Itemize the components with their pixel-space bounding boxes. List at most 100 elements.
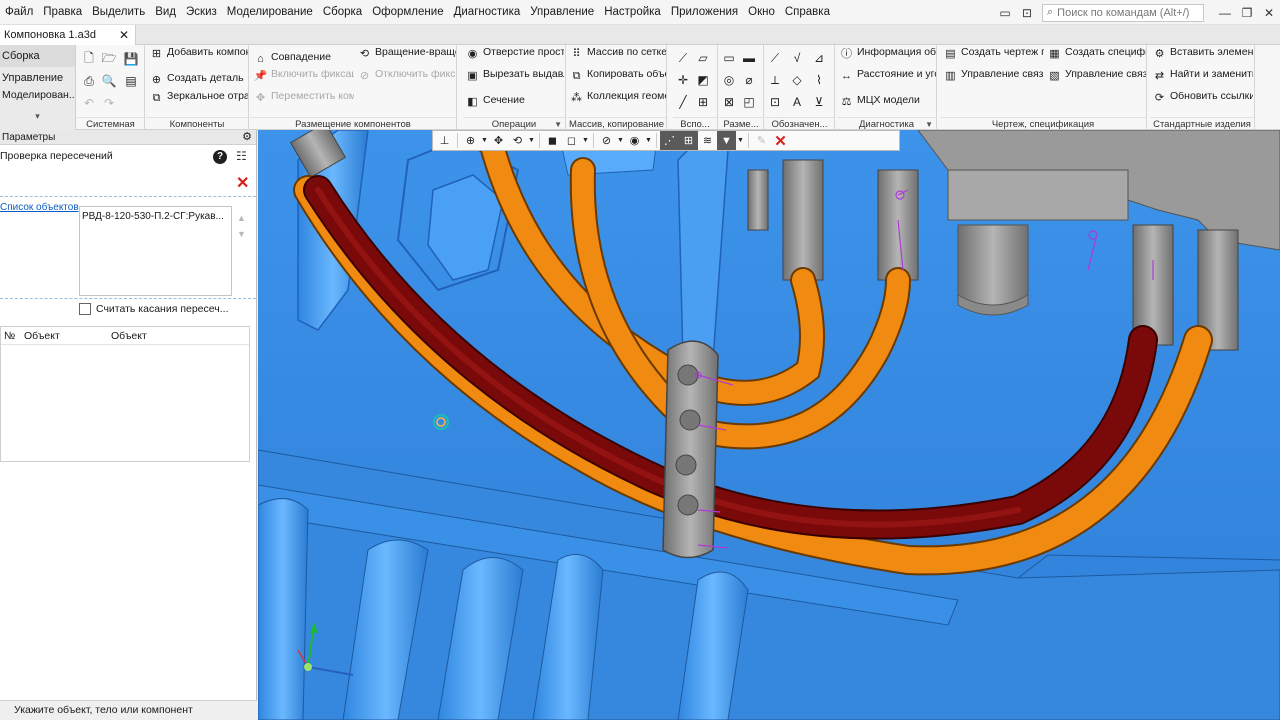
menu-settings[interactable]: Настройка: [599, 0, 666, 25]
section-button[interactable]: ◧ Сечение: [466, 96, 564, 109]
hide-icon[interactable]: ⊘: [597, 131, 616, 150]
grid-icon[interactable]: ⊞: [695, 94, 711, 110]
menu-assembly[interactable]: Сборка: [318, 0, 367, 25]
mirror-component-button[interactable]: ⧉Зеркальное отражение ко...: [150, 92, 248, 105]
create-spec-button[interactable]: ▦Создать спецификацию: [1048, 48, 1146, 61]
menu-edit[interactable]: Правка: [38, 0, 87, 25]
nav-item-assembly[interactable]: Сборка: [0, 45, 75, 67]
fullscreen-icon[interactable]: ⊡: [1016, 2, 1038, 24]
section-view-icon[interactable]: ⋰: [660, 131, 679, 150]
visibility-icon[interactable]: ◉: [625, 131, 644, 150]
text-icon[interactable]: A: [789, 94, 805, 110]
orientation-icon[interactable]: ⊥: [435, 131, 454, 150]
preview-icon[interactable]: 🔍: [101, 73, 117, 89]
3d-viewport[interactable]: ⊥ ⊕ ▼ ✥ ⟲ ▼ ◼ ◻ ▼ ⊘ ▼ ◉ ▼ ⋰ ⊞ ≋ ▼ ▼ ✎ ✕: [258, 130, 1280, 720]
menu-applications[interactable]: Приложения: [666, 0, 743, 25]
pan-icon[interactable]: ✥: [489, 131, 508, 150]
create-drawing-button[interactable]: ▤Создать чертеж по модели: [944, 48, 1044, 61]
create-part-button[interactable]: ⊕ Создать деталь: [150, 74, 248, 87]
menu-file[interactable]: Файл: [0, 0, 38, 25]
zoom-icon[interactable]: ⊕: [461, 131, 480, 150]
menu-sketch[interactable]: Эскиз: [181, 0, 222, 25]
close-icon[interactable]: ✕: [236, 173, 249, 193]
new-doc-icon[interactable]: 🗋: [81, 51, 97, 67]
touch-checkbox[interactable]: Считать касания пересеч...: [79, 303, 229, 315]
radial-dim-icon[interactable]: ◎: [721, 72, 737, 88]
leader-icon[interactable]: ⟋: [767, 50, 783, 66]
roughness-icon[interactable]: √: [789, 50, 805, 66]
diameter-dim-icon[interactable]: ⌀: [741, 72, 757, 88]
line-icon[interactable]: ╱: [675, 94, 691, 110]
nav-expand-icon[interactable]: ▾: [0, 111, 75, 121]
nav-item-pipelines[interactable]: Моделирован... трубопроводов: [0, 89, 75, 111]
hide-dropdown-icon[interactable]: ▼: [616, 131, 625, 150]
checkbox-icon[interactable]: [79, 303, 91, 315]
menu-window[interactable]: Окно: [743, 0, 780, 25]
move-component-button[interactable]: ✥Переместить компонент: [254, 92, 354, 105]
enable-fix-button[interactable]: 📌Включить фиксацию: [254, 70, 354, 83]
filter-dropdown-icon[interactable]: ▼: [736, 131, 745, 150]
grid-array-button[interactable]: ⠿ Массив по сетке: [570, 48, 666, 61]
menu-view[interactable]: Вид: [150, 0, 181, 25]
zoom-dropdown-icon[interactable]: ▼: [480, 131, 489, 150]
copy-objects-button[interactable]: ⧉Копировать объекты: [570, 70, 666, 83]
assembly-model[interactable]: [258, 130, 1280, 720]
properties-icon[interactable]: ▤: [123, 73, 139, 89]
position-icon[interactable]: ◇: [789, 72, 805, 88]
list-item[interactable]: РВД-8-120-530-П.2-СГ:Рукав...: [82, 211, 229, 222]
coincidence-button[interactable]: ⌂ Совпадение: [254, 53, 354, 66]
cut-extrude-button[interactable]: ▣Вырезать выдавливанием: [466, 70, 564, 83]
eyedropper-icon[interactable]: ✎: [752, 131, 771, 150]
display-dropdown-icon[interactable]: ▼: [581, 131, 590, 150]
manage-linked-drawings-button[interactable]: ▥Управление связанными ч...: [944, 70, 1044, 83]
objects-list-link[interactable]: Список объектов: [0, 202, 79, 213]
help-icon[interactable]: ?: [213, 150, 227, 164]
rotation-button[interactable]: ⟲Вращение-вращение: [358, 48, 456, 61]
update-links-button[interactable]: ⟳Обновить ссылки на мод...: [1153, 92, 1253, 105]
axis-icon[interactable]: ⟋: [675, 50, 691, 66]
sketch-plane-icon[interactable]: ◩: [695, 72, 711, 88]
rotate-dropdown-icon[interactable]: ▼: [527, 131, 536, 150]
leader-dim-icon[interactable]: ⊠: [721, 94, 737, 110]
manage-linked-specs-button[interactable]: ▧Управление связанными с...: [1048, 70, 1146, 83]
tree-icon[interactable]: ☷: [236, 149, 247, 163]
menu-diagnostics[interactable]: Диагностика: [449, 0, 526, 25]
menu-help[interactable]: Справка: [780, 0, 835, 25]
mark-icon[interactable]: ⊡: [767, 94, 783, 110]
menu-management[interactable]: Управление: [525, 0, 599, 25]
tolerance-icon[interactable]: ⊿: [811, 50, 827, 66]
distance-angle-button[interactable]: ↔Расстояние и угол: [840, 70, 936, 83]
redo-icon[interactable]: ↷: [101, 95, 117, 111]
shaded-icon[interactable]: ◼: [543, 131, 562, 150]
linear-dim-icon[interactable]: ▭: [721, 50, 737, 66]
weld-icon[interactable]: ⌇: [811, 72, 827, 88]
list-order-arrows[interactable]: ▲ ▼: [237, 210, 246, 242]
restore-icon[interactable]: ❐: [1236, 2, 1258, 24]
add-component-button[interactable]: ⊞Добавить компонент из...: [150, 48, 248, 61]
mch-model-button[interactable]: ⚖ МЦХ модели: [840, 96, 936, 109]
undo-icon[interactable]: ↶: [81, 95, 97, 111]
wireframe-icon[interactable]: ◻: [562, 131, 581, 150]
close-icon[interactable]: ✕: [771, 131, 790, 150]
insert-element-button[interactable]: ⚙ Вставить элемент: [1153, 48, 1253, 61]
constraints-icon[interactable]: ⊞: [679, 131, 698, 150]
command-search-input[interactable]: ⌕ Поиск по командам (Alt+/): [1042, 3, 1204, 22]
base-icon[interactable]: ⟂: [767, 72, 783, 88]
menu-modeling[interactable]: Моделирование: [222, 0, 318, 25]
layout-icon[interactable]: ▭: [994, 2, 1016, 24]
print-icon[interactable]: ⎙: [81, 73, 97, 89]
minimize-icon[interactable]: —: [1214, 2, 1236, 24]
rotate-icon[interactable]: ⟲: [508, 131, 527, 150]
object-info-button[interactable]: ⓘИнформация об объекте: [840, 48, 936, 61]
hole-simple-button[interactable]: ◉Отверстие простое: [466, 48, 564, 61]
point-icon[interactable]: ✛: [675, 72, 691, 88]
menu-formatting[interactable]: Оформление: [367, 0, 448, 25]
document-tab[interactable]: Компоновка 1.a3d ✕: [0, 25, 136, 45]
arc-dim-icon[interactable]: ◰: [741, 94, 757, 110]
nav-item-management[interactable]: Управление: [0, 67, 75, 89]
angular-dim-icon[interactable]: ▬: [741, 50, 757, 66]
close-window-icon[interactable]: ✕: [1258, 2, 1280, 24]
geometry-collection-button[interactable]: ⁂Коллекция геометрии: [570, 92, 666, 105]
group-label-diagnostics[interactable]: Диагностика ▼: [837, 117, 936, 130]
save-icon[interactable]: 💾: [123, 51, 139, 67]
